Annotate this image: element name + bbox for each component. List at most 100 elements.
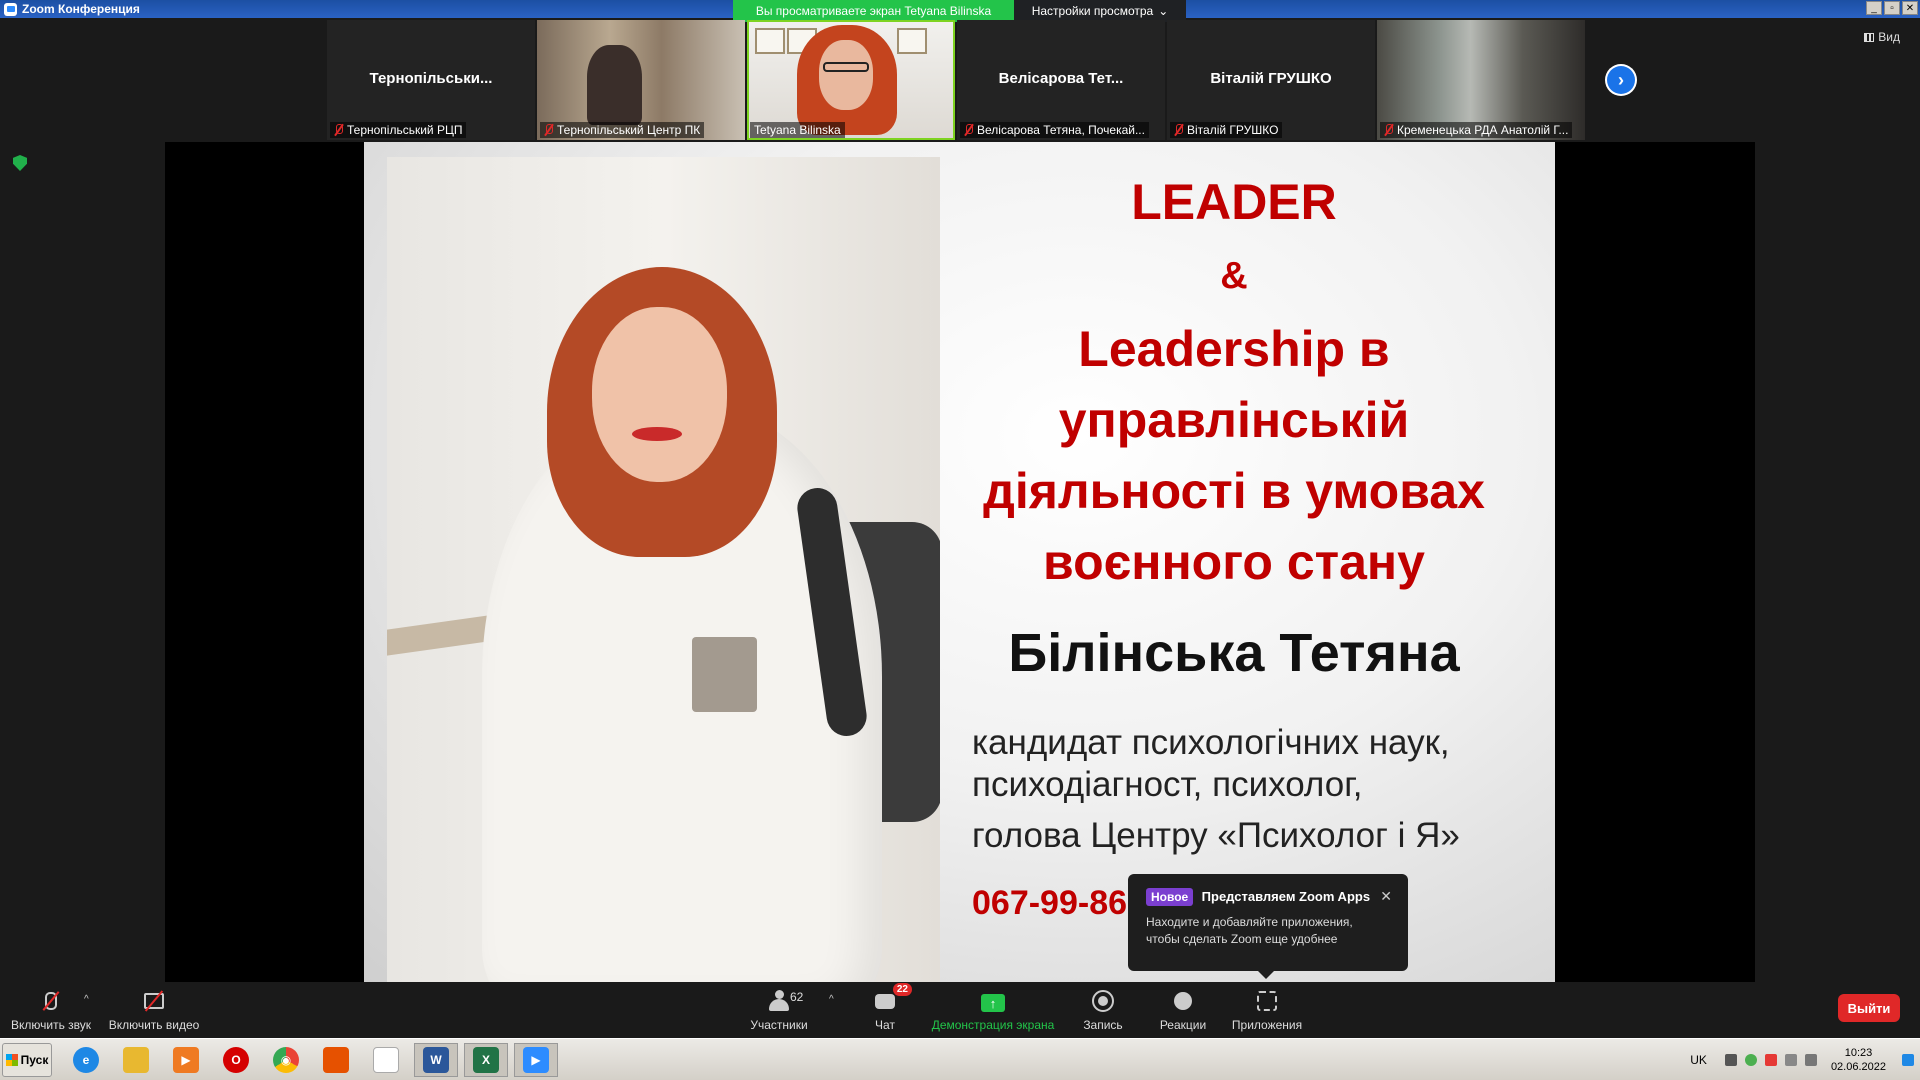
participant-label-text: Велісарова Тетяна, Почекай... [977, 123, 1145, 137]
participants-icon: 62 [766, 990, 803, 1012]
restore-button[interactable]: ▫ [1884, 1, 1900, 15]
taskbar-app-word[interactable]: W [414, 1043, 458, 1077]
presentation-slide: LEADER & Leadership в управлінській діял… [364, 142, 1555, 982]
heading-line: воєнного стану [1043, 534, 1425, 590]
mic-muted-icon [334, 124, 343, 136]
taskbar-app-zoom[interactable]: ▶ [514, 1043, 558, 1077]
participant-thumbnail[interactable]: Тернопільський Центр ПК [537, 20, 745, 140]
zoom-apps-popup: Новое Представляем Zoom Apps ✕ Находите … [1128, 874, 1408, 979]
participant-label-text: Тернопільський РЦП [347, 123, 463, 137]
record-label: Запись [1083, 1018, 1123, 1032]
chat-icon: 22 [872, 983, 912, 1012]
mic-muted-icon [1174, 124, 1183, 136]
tray-app-icon[interactable] [1744, 1054, 1757, 1066]
crest-pocket [692, 637, 757, 712]
chevron-right-icon: › [1607, 66, 1635, 94]
taskbar-app-tool[interactable] [314, 1043, 358, 1077]
clock-time: 10:23 [1844, 1047, 1873, 1059]
taskbar-app-explorer[interactable] [114, 1043, 158, 1077]
show-desktop-icon[interactable] [1902, 1054, 1914, 1066]
heading-line: Leadership в [1078, 321, 1390, 377]
windows-taskbar: Пуск e ▶ O ◉ W X ▶ UK 10:23 02.06.2022 [0, 1038, 1920, 1080]
apps-button[interactable]: Приложения [1230, 982, 1304, 1038]
next-page-button[interactable]: › [1605, 64, 1637, 96]
slide-ampersand: & [1220, 255, 1248, 297]
mic-muted-icon [1384, 124, 1393, 136]
tray-volume-icon[interactable] [1804, 1054, 1817, 1066]
close-icon[interactable]: ✕ [1380, 888, 1392, 905]
tray-security-icon[interactable] [1764, 1054, 1777, 1066]
record-button[interactable]: Запись [1080, 982, 1126, 1038]
security-shield-icon[interactable] [13, 155, 27, 171]
start-video-button[interactable]: Включить видео [108, 982, 200, 1038]
meeting-toolbar: Включить звук ^ Включить видео 62 Участн… [0, 982, 1920, 1038]
view-options-dropdown[interactable]: Настройки просмотра ⌄ [1014, 0, 1186, 22]
shared-screen: LEADER & Leadership в управлінській діял… [165, 142, 1755, 982]
chat-button[interactable]: 22 Чат [868, 982, 912, 1038]
speaker-desc-line: психодіагност, психолог, [972, 765, 1363, 804]
participant-label: Велісарова Тетяна, Почекай... [960, 122, 1149, 138]
clock-date: 02.06.2022 [1830, 1061, 1886, 1073]
taskbar-app-opera[interactable]: O [214, 1043, 258, 1077]
participant-thumbnail[interactable]: Велісарова Тет... Велісарова Тетяна, Поч… [957, 20, 1165, 140]
audio-options-caret[interactable]: ^ [84, 994, 89, 1005]
view-button-label: Вид [1878, 30, 1900, 44]
reactions-button[interactable]: Реакции [1158, 982, 1208, 1038]
start-label: Пуск [20, 1053, 49, 1067]
close-window-button[interactable]: ✕ [1902, 1, 1918, 15]
view-button[interactable]: Вид [1864, 30, 1900, 44]
participant-face [819, 40, 873, 110]
participant-thumbnail[interactable]: Тернопільськи... Тернопільський РЦП [327, 20, 535, 140]
share-screen-button[interactable]: ↑ Демонстрация экрана [930, 982, 1056, 1038]
chevron-down-icon: ⌄ [1158, 4, 1169, 18]
minimize-button[interactable]: _ [1866, 1, 1882, 15]
wall-frame [897, 28, 927, 54]
participant-thumbnail[interactable]: Віталій ГРУШКО Віталій ГРУШКО [1167, 20, 1375, 140]
tray-network-icon[interactable] [1784, 1054, 1797, 1066]
participant-thumbnail-active-speaker[interactable]: Tetyana Bilinska [747, 20, 955, 140]
participant-label: Тернопільський РЦП [330, 122, 467, 138]
chat-label: Чат [875, 1018, 895, 1032]
taskbar-app-excel[interactable]: X [464, 1043, 508, 1077]
participants-label: Участники [750, 1018, 808, 1032]
lips [632, 427, 682, 441]
heading-line: управлінській [1058, 392, 1410, 448]
view-options-label: Настройки просмотра [1031, 4, 1154, 18]
opera-icon: O [223, 1047, 249, 1073]
language-indicator[interactable]: UK [1690, 1053, 1707, 1067]
unmute-button[interactable]: Включить звук [10, 982, 92, 1038]
speaker-phone: 067-99-86 [972, 884, 1128, 922]
participant-label: Кременецька РДА Анатолій Г... [1380, 122, 1573, 138]
tray-expand-icon[interactable] [1724, 1054, 1737, 1066]
participant-label-text: Тернопільський Центр ПК [557, 123, 701, 137]
taskbar-app-document[interactable] [364, 1043, 408, 1077]
taskbar-app-ie[interactable]: e [64, 1043, 108, 1077]
folder-icon [123, 1047, 149, 1073]
participant-thumbnail[interactable]: Кременецька РДА Анатолій Г... [1377, 20, 1585, 140]
zoom-app-icon [4, 2, 17, 16]
word-icon: W [423, 1047, 449, 1073]
reactions-label: Реакции [1159, 1018, 1207, 1032]
start-button[interactable]: Пуск [2, 1043, 52, 1077]
speaker-desc-line: голова Центру «Психолог і Я» [972, 816, 1460, 855]
new-badge: Новое [1146, 888, 1194, 906]
clock[interactable]: 10:23 02.06.2022 [1831, 1046, 1886, 1074]
speaker-name: Білінська Тетяна [1008, 623, 1460, 683]
excel-icon: X [473, 1047, 499, 1073]
participant-name: Віталій ГРУШКО [1210, 70, 1332, 87]
leave-meeting-button[interactable]: Выйти [1838, 994, 1900, 1022]
participant-label: Тернопільський Центр ПК [540, 122, 705, 138]
participants-options-caret[interactable]: ^ [829, 994, 834, 1005]
participants-count: 62 [790, 990, 804, 1004]
taskbar-app-media[interactable]: ▶ [164, 1043, 208, 1077]
taskbar-app-chrome[interactable]: ◉ [264, 1043, 308, 1077]
glasses [823, 62, 869, 72]
participants-button[interactable]: 62 Участники [746, 982, 812, 1038]
participant-label: Tetyana Bilinska [750, 122, 845, 138]
document-icon [373, 1047, 399, 1073]
participant-name: Велісарова Тет... [998, 70, 1124, 87]
microphone-muted-icon [38, 990, 64, 1012]
wall-frame [755, 28, 785, 54]
popup-body-line: чтобы сделать Zoom еще удобнее [1146, 932, 1338, 946]
unmute-label: Включить звук [10, 1018, 92, 1032]
